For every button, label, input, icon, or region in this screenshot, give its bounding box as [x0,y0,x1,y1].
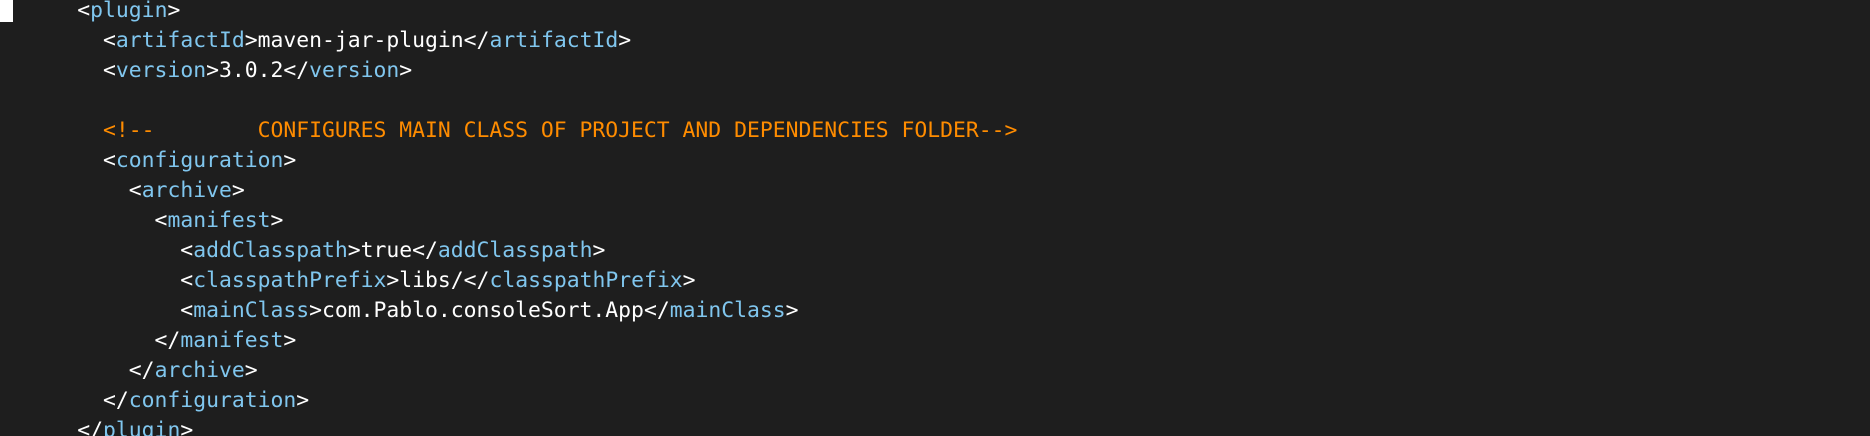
tag-close-bracket: > [167,0,181,23]
element-text: libs/ [399,268,464,293]
end-tag-name: classpathPrefix [489,268,683,293]
code-lines: <plugin> <artifactId>maven-jar-plugin</a… [0,0,1017,436]
end-tag-name: version [309,58,400,83]
end-tag-open-bracket: </ [463,28,490,53]
code-line[interactable]: <addClasspath>true</addClasspath> [0,236,1017,266]
code-line[interactable]: <manifest> [0,206,1017,236]
code-line[interactable]: <!-- CONFIGURES MAIN CLASS OF PROJECT AN… [0,116,1017,146]
tag-close-bracket: > [386,268,400,293]
tag-close-bracket: > [283,148,297,173]
tag-name: plugin [90,0,168,23]
tag-open-bracket: </ [103,388,129,413]
tag-name: manifest [180,328,284,353]
tag-name: manifest [167,208,271,233]
code-line[interactable]: <artifactId>maven-jar-plugin</artifactId… [0,26,1017,56]
tag-name: configuration [128,388,297,413]
tag-close-bracket: > [283,328,297,353]
tag-name: mainClass [193,298,310,323]
tag-name: version [115,58,207,83]
code-line[interactable]: </manifest> [0,326,1017,356]
tag-open-bracket: < [103,58,116,83]
tag-close-bracket: > [309,298,322,323]
tag-open-bracket: < [180,298,194,323]
tag-name: archive [154,358,245,383]
end-tag-name: addClasspath [437,238,593,263]
code-line[interactable]: <mainClass>com.Pablo.consoleSort.App</ma… [0,296,1017,326]
xml-comment: <!-- CONFIGURES MAIN CLASS OF PROJECT AN… [103,118,1018,143]
code-line[interactable]: </configuration> [0,386,1017,416]
tag-open-bracket: < [180,268,194,293]
tag-open-bracket: </ [128,358,155,383]
code-line[interactable]: <version>3.0.2</version> [0,56,1017,86]
end-tag-name: mainClass [669,298,786,323]
tag-close-bracket: > [244,28,258,53]
tag-name: archive [141,178,232,203]
code-line[interactable]: </archive> [0,356,1017,386]
tag-name: classpathPrefix [193,268,387,293]
end-tag-open-bracket: </ [283,58,310,83]
end-tag-open-bracket: </ [643,298,670,323]
tag-close-bracket: > [231,178,245,203]
code-line[interactable]: <classpathPrefix>libs/</classpathPrefix> [0,266,1017,296]
end-tag-name: artifactId [489,28,619,53]
end-tag-close-bracket: > [592,238,606,263]
end-tag-open-bracket: </ [463,268,490,293]
code-line[interactable]: <archive> [0,176,1017,206]
code-line[interactable]: <plugin> [0,0,1017,26]
end-tag-close-bracket: > [682,268,696,293]
tag-open-bracket: < [103,28,116,53]
tag-open-bracket: </ [77,418,104,436]
tag-close-bracket: > [347,238,361,263]
tag-open-bracket: < [180,238,194,263]
end-tag-close-bracket: > [618,28,632,53]
element-text: 3.0.2 [218,58,284,83]
code-line[interactable]: </plugin> [0,416,1017,436]
tag-close-bracket: > [244,358,258,383]
tag-name: plugin [103,418,181,436]
tag-name: configuration [115,148,284,173]
end-tag-close-bracket: > [399,58,413,83]
tag-close-bracket: > [206,58,219,83]
tag-close-bracket: > [180,418,194,436]
tag-close-bracket: > [270,208,284,233]
tag-open-bracket: </ [154,328,181,353]
tag-close-bracket: > [296,388,310,413]
tag-name: addClasspath [193,238,348,263]
code-line[interactable]: <configuration> [0,146,1017,176]
tag-name: artifactId [115,28,245,53]
tag-open-bracket: < [103,148,116,173]
tag-open-bracket: < [128,178,142,203]
element-text: true [360,238,413,263]
code-line[interactable] [0,86,1017,116]
tag-open-bracket: < [154,208,168,233]
tag-open-bracket: < [77,0,91,23]
element-text: maven-jar-plugin [257,28,464,53]
code-editor[interactable]: <plugin> <artifactId>maven-jar-plugin</a… [0,0,1870,436]
end-tag-open-bracket: </ [412,238,438,263]
end-tag-close-bracket: > [785,298,799,323]
element-text: com.Pablo.consoleSort.App [321,298,644,323]
